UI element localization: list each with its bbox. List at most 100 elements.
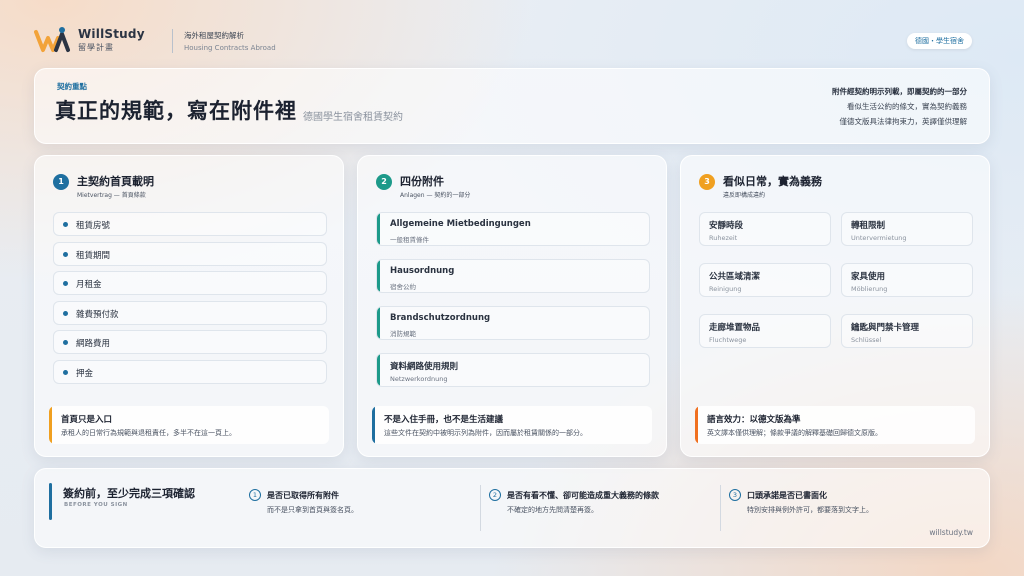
list-item: 租賃期間 [53, 241, 327, 266]
header-topic-en: Housing Contracts Abroad [184, 44, 276, 52]
check-text: 特別安排與例外許可，都要落到文字上。 [747, 506, 873, 514]
annex-translation: 宿舍公約 [390, 283, 416, 291]
obligation-term: Fluchtwege [709, 336, 747, 344]
header-divider [172, 29, 173, 53]
footnote-title: 首頁只是入口 [61, 415, 113, 425]
footnote-text: 這些文件在契約中被明示列為附件，因而屬於租賃關係的一部分。 [384, 429, 587, 437]
bullet-icon [63, 369, 68, 375]
list-item: 租賃房號 [53, 212, 327, 236]
list-item: 網路費用 [53, 330, 327, 355]
list-item: 雜費預付款 [53, 300, 327, 325]
obligation-name: 轉租限制 [851, 221, 886, 231]
check-number-icon: 1 [249, 489, 261, 501]
header: WillStudy 留學計畫 海外租屋契約解析 Housing Contract… [34, 24, 990, 60]
checklist-title: 簽約前，至少完成三項確認 [63, 487, 195, 500]
footnote-accent [372, 406, 375, 444]
title-banner: 契約重點 真正的規範，寫在附件裡 德國學生宿舍租賃契約 附件經契約明示列載，即屬… [34, 68, 990, 144]
willstudy-logo-icon [34, 27, 70, 52]
grid-item: 家具使用 Möblierung [841, 263, 973, 297]
list-item: 資料網路使用規則 Netzwerkordnung [376, 353, 650, 387]
obligation-term: Ruhezeit [709, 234, 738, 242]
obligation-name: 走廊堆置物品 [709, 323, 761, 333]
check-text: 不確定的地方先問清楚再簽。 [507, 506, 598, 514]
card-subtitle: Mietvertrag — 首頁條款 [77, 192, 146, 199]
card-number-badge: 1 [53, 174, 69, 190]
banner-notes: 附件經契約明示列載，即屬契約的一部分 看似生活公約的條文，實為契約義務 僅德文版… [832, 84, 967, 129]
annex-accent [377, 213, 380, 245]
card-main-contract: 1 主契約首頁載明 Mietvertrag — 首頁條款 租賃房號 租賃期間 月… [34, 155, 344, 457]
banner-note: 看似生活公約的條文，實為契約義務 [847, 102, 967, 111]
card-annexes: 2 四份附件 Anlagen — 契約的一部分 Allgemeine Mietb… [357, 155, 667, 457]
header-topic: 海外租屋契約解析 [184, 31, 244, 40]
obligation-term: Schlüssel [851, 336, 882, 344]
obligation-term: Reinigung [709, 285, 742, 293]
card-footnote: 不是入住手冊，也不是生活建議 這些文件在契約中被明示列為附件，因而屬於租賃關係的… [372, 406, 652, 444]
check-number-icon: 2 [489, 489, 501, 501]
obligation-name: 安靜時段 [709, 221, 744, 231]
checklist-accent [49, 483, 52, 520]
bullet-icon [63, 340, 68, 346]
annex-translation: Netzwerkordnung [390, 375, 448, 383]
list-item-label: 租賃房號 [76, 221, 111, 231]
list-item: Brandschutzordnung 消防規範 [376, 306, 650, 340]
check-title: 口頭承諾是否已書面化 [747, 491, 827, 500]
annex-translation: 消防規範 [390, 330, 416, 338]
obligation-term: Möblierung [851, 285, 888, 293]
banner-kicker: 契約重點 [57, 82, 87, 91]
list-item: Allgemeine Mietbedingungen 一般租賃條件 [376, 212, 650, 246]
footnote-title: 語言效力：以德文版為準 [707, 415, 801, 425]
card-number-badge: 2 [376, 174, 392, 190]
card-footnote: 語言效力：以德文版為準 英文譯本僅供理解；條款爭議的解釋基礎回歸德文原版。 [695, 406, 975, 444]
location-tag: 德國・學生宿舍 [907, 33, 972, 49]
annex-name: Brandschutzordnung [390, 313, 491, 323]
card-subtitle: Anlagen — 契約的一部分 [400, 192, 471, 199]
checklist-subtitle: BEFORE YOU SIGN [64, 502, 128, 508]
bullet-icon [63, 310, 68, 316]
checklist-panel: 簽約前，至少完成三項確認 BEFORE YOU SIGN 1 是否已取得所有附件… [34, 468, 990, 548]
website-link[interactable]: willstudy.tw [929, 528, 973, 537]
list-item: 月租金 [53, 271, 327, 296]
banner-note: 僅德文版具法律拘束力，英譯僅供理解 [839, 117, 968, 126]
card-title: 主契約首頁載明 [77, 175, 154, 188]
list-item-label: 網路費用 [76, 339, 111, 350]
page-subtitle: 德國學生宿舍租賃契約 [303, 112, 403, 123]
annex-translation: 一般租賃條件 [390, 236, 429, 244]
banner-note: 附件經契約明示列載，即屬契約的一部分 [832, 87, 967, 96]
obligation-name: 公共區域清潔 [709, 272, 761, 282]
brand-name: WillStudy [78, 27, 145, 41]
check-number-icon: 3 [729, 489, 741, 501]
divider [720, 485, 721, 531]
footnote-text: 承租人的日常行為規範與退租責任，多半不在這一頁上。 [61, 429, 236, 437]
card-number-badge: 3 [699, 174, 715, 190]
card-obligations: 3 看似日常，實為義務 違反即構成違約 安靜時段 Ruhezeit 轉租限制 Unt… [680, 155, 990, 457]
grid-item: 轉租限制 Untervermietung [841, 212, 973, 246]
list-item-label: 月租金 [76, 280, 102, 291]
page-title: 真正的規範，寫在附件裡 [55, 99, 297, 123]
card-title: 四份附件 [400, 175, 444, 188]
bullet-icon [63, 222, 68, 227]
check-text: 而不是只拿到首頁與簽名頁。 [267, 506, 358, 514]
obligation-name: 鑰匙與門禁卡管理 [851, 323, 920, 333]
annex-name: Hausordnung [390, 266, 455, 276]
grid-item: 鑰匙與門禁卡管理 Schlüssel [841, 314, 973, 348]
divider [480, 485, 481, 531]
list-item-label: 租賃期間 [76, 250, 111, 261]
footnote-text: 英文譯本僅供理解；條款爭議的解釋基礎回歸德文原版。 [707, 429, 882, 437]
check-title: 是否已取得所有附件 [267, 491, 339, 500]
annex-name: 資料網路使用規則 [390, 362, 459, 372]
brand-subtitle: 留學計畫 [78, 43, 114, 52]
footnote-title: 不是入住手冊，也不是生活建議 [384, 415, 504, 425]
card-subtitle: 違反即構成違約 [723, 192, 766, 199]
footnote-accent [695, 406, 698, 444]
annex-name: Allgemeine Mietbedingungen [390, 219, 531, 229]
list-item-label: 押金 [76, 368, 94, 379]
main-contract-list: 租賃房號 租賃期間 月租金 雜費預付款 網路費用 押金 [53, 212, 327, 390]
annex-accent [377, 354, 380, 386]
grid-item: 走廊堆置物品 Fluchtwege [699, 314, 831, 348]
list-item-label: 雜費預付款 [76, 309, 119, 320]
annex-accent [377, 307, 380, 339]
footnote-accent [49, 406, 52, 444]
annex-accent [377, 260, 380, 292]
list-item: Hausordnung 宿舍公約 [376, 259, 650, 293]
annex-list: Allgemeine Mietbedingungen 一般租賃條件 Hausord… [376, 212, 650, 400]
